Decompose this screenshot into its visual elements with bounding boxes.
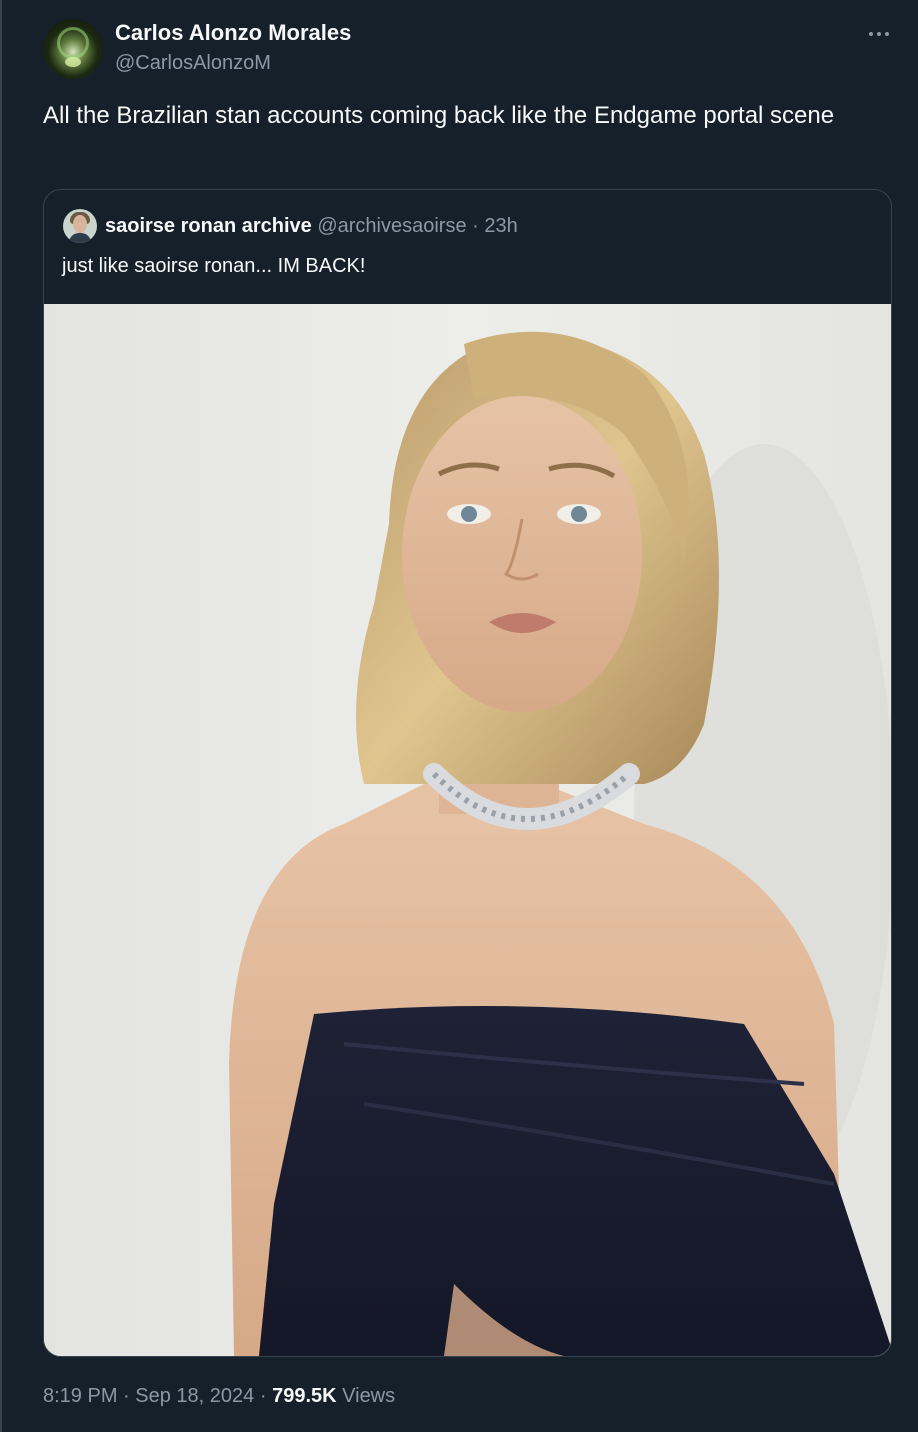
quoted-author-avatar[interactable]: [63, 209, 97, 243]
tweet-date[interactable]: Sep 18, 2024: [135, 1385, 254, 1407]
quoted-text: just like saoirse ronan... IM BACK!: [62, 255, 366, 277]
more-dot: [877, 32, 881, 36]
more-icon[interactable]: [862, 22, 896, 46]
author-handle[interactable]: @CarlosAlonzoM: [115, 49, 271, 77]
tweet-footer: 8:19 PM · Sep 18, 2024 · 799.5K Views: [43, 1382, 395, 1410]
avatar-face-graphic: [73, 215, 87, 233]
avatar-ring-graphic: [57, 27, 89, 59]
more-dot: [869, 32, 873, 36]
avatar-glow-graphic: [65, 57, 81, 67]
tweet: Carlos Alonzo Morales @CarlosAlonzoM All…: [0, 0, 918, 1432]
quoted-tweet[interactable]: saoirse ronan archive @archivesaoirse · …: [43, 189, 892, 1357]
author-display-name[interactable]: Carlos Alonzo Morales: [115, 18, 351, 48]
quoted-author-name[interactable]: saoirse ronan archive: [105, 215, 312, 237]
portrait-illustration: [44, 304, 891, 1356]
quoted-timestamp[interactable]: 23h: [484, 215, 517, 237]
avatar-body-graphic: [69, 233, 91, 243]
tweet-text: All the Brazilian stan accounts coming b…: [43, 102, 835, 129]
quoted-meta: saoirse ronan archive @archivesaoirse · …: [105, 212, 518, 240]
separator-dot: ·: [123, 1385, 130, 1407]
author-avatar[interactable]: [43, 19, 103, 79]
views-label[interactable]: Views: [342, 1385, 395, 1407]
quoted-author-handle[interactable]: @archivesaoirse: [317, 215, 466, 237]
more-dot: [885, 32, 889, 36]
tweet-time[interactable]: 8:19 PM: [43, 1385, 117, 1407]
views-count[interactable]: 799.5K: [272, 1385, 337, 1407]
separator-dot: ·: [259, 1385, 267, 1407]
photo-image[interactable]: [44, 304, 891, 1356]
separator-dot: ·: [472, 215, 479, 237]
